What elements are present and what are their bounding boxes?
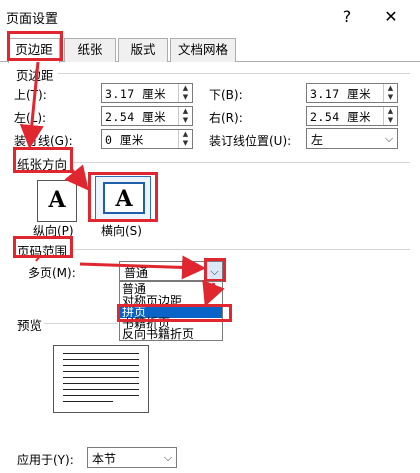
up-arrow-icon[interactable]: ▲ [384,84,397,93]
down-arrow-icon[interactable]: ▼ [384,93,397,102]
close-button[interactable]: ✕ [376,4,406,30]
spinner-arrows[interactable]: ▲ ▼ [178,84,192,102]
gutter-position-select[interactable]: 左 ⌵ [306,128,398,149]
portrait-button[interactable]: A [37,180,77,222]
multiple-pages-label: 多页(M): [28,266,76,280]
help-button[interactable]: ? [332,4,362,30]
up-arrow-icon[interactable]: ▲ [384,107,397,116]
spinner-arrows[interactable]: ▲ ▼ [383,84,397,102]
apply-to-label: 应用于(Y): [17,453,74,467]
gutter-position-value: 左 [311,133,324,147]
separator [44,323,118,324]
annotation-box-option [117,304,232,322]
spinner-arrows[interactable]: ▲ ▼ [178,130,192,148]
right-margin-spinner[interactable]: 2.54 厘米 ▲ ▼ [306,106,398,126]
separator [72,249,410,250]
up-arrow-icon[interactable]: ▲ [179,84,192,93]
margins-section-title: 页边距 [16,68,54,83]
top-margin-spinner[interactable]: 3.17 厘米 ▲ ▼ [101,83,193,103]
tab-paper[interactable]: 纸张 [64,38,116,62]
down-arrow-icon[interactable]: ▼ [179,93,192,102]
landscape-label[interactable]: 横向(S) [101,222,142,239]
chevron-down-icon[interactable]: ⌵ [160,448,176,467]
annotation-box-orientation [13,147,73,173]
annotation-box-pages [13,236,73,258]
page-preview [53,345,149,413]
portrait-icon: A [48,187,66,213]
multiple-pages-value: 普通 [124,266,149,280]
window-title: 页面设置 [6,12,59,27]
annotation-box-tab [7,31,63,61]
gutter-spinner[interactable]: 0 厘米 ▲ ▼ [101,129,193,149]
down-arrow-icon[interactable]: ▼ [179,139,192,148]
bottom-margin-value[interactable]: 3.17 厘米 [310,86,371,102]
gutter-value[interactable]: 0 厘米 [105,132,144,148]
tab-doc-grid[interactable]: 文档网格 [170,38,236,62]
right-margin-label: 右(R): [209,111,243,125]
right-margin-value[interactable]: 2.54 厘米 [310,109,371,125]
bottom-margin-label: 下(B): [209,88,243,102]
separator [58,73,410,74]
chevron-down-icon[interactable]: ⌵ [381,129,397,148]
option-reverse-book-fold[interactable]: 反向书籍折页 [122,328,194,340]
up-arrow-icon[interactable]: ▲ [179,130,192,139]
gutter-position-label: 装订线位置(U): [209,134,292,148]
down-arrow-icon[interactable]: ▼ [384,116,397,125]
left-margin-label: 左(L): [14,111,47,125]
left-margin-value[interactable]: 2.54 厘米 [105,109,166,125]
down-arrow-icon[interactable]: ▼ [179,116,192,125]
left-margin-spinner[interactable]: 2.54 厘米 ▲ ▼ [101,106,193,126]
separator [72,162,410,163]
bottom-margin-spinner[interactable]: 3.17 厘米 ▲ ▼ [306,83,398,103]
top-margin-label: 上(T): [14,88,47,102]
tab-layout[interactable]: 版式 [118,38,168,62]
top-margin-value[interactable]: 3.17 厘米 [105,86,166,102]
spinner-arrows[interactable]: ▲ ▼ [383,107,397,125]
spinner-arrows[interactable]: ▲ ▼ [178,107,192,125]
preview-section-title: 预览 [17,318,43,333]
apply-to-select[interactable]: 本节 ⌵ [87,447,177,468]
annotation-box-dropdown [204,258,226,282]
apply-to-value: 本节 [92,452,117,466]
up-arrow-icon[interactable]: ▲ [179,107,192,116]
annotation-box-landscape [88,172,158,222]
